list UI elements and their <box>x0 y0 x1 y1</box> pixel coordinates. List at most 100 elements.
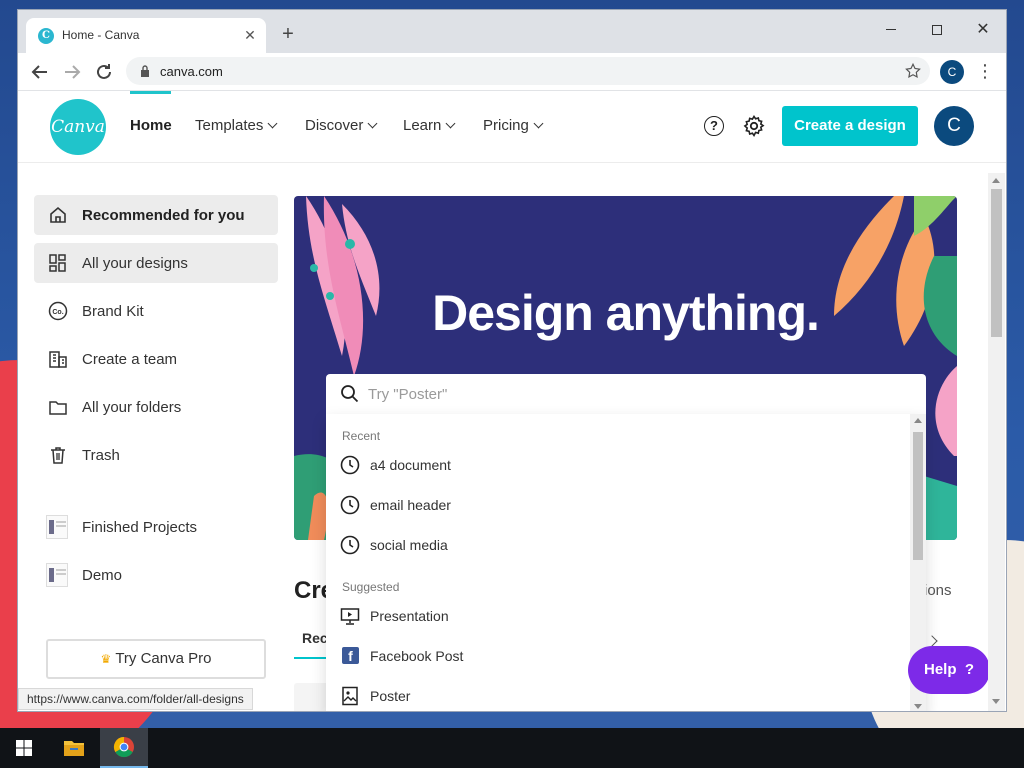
search-input[interactable] <box>368 383 888 405</box>
clock-icon <box>340 495 360 515</box>
nav-templates-label: Templates <box>195 117 264 134</box>
try-pro-label: Try Canva Pro <box>115 650 212 667</box>
windows-start-icon[interactable] <box>0 728 48 768</box>
nav-discover-label: Discover <box>305 117 364 134</box>
suggested-item-label: Presentation <box>370 608 449 624</box>
browser-toolbar: canva.com C ⋮ <box>18 53 1006 91</box>
recent-item[interactable]: social media <box>326 527 908 563</box>
chevron-down-icon <box>367 118 378 129</box>
scroll-down-arrow-icon[interactable] <box>992 699 1000 704</box>
search-icon <box>341 385 359 403</box>
nav-templates[interactable]: Templates <box>195 117 278 134</box>
user-avatar[interactable]: C <box>934 106 974 146</box>
browser-tab[interactable]: C Home - Canva ✕ <box>26 18 266 53</box>
url-text: canva.com <box>160 64 223 79</box>
presentation-icon <box>340 608 360 625</box>
suggested-item[interactable]: f Facebook Post <box>326 638 908 674</box>
help-button-label: Help <box>923 661 957 678</box>
link-preview-status: https://www.canva.com/folder/all-designs <box>18 688 253 710</box>
svg-text:Co.: Co. <box>52 309 63 316</box>
nav-learn-label: Learn <box>403 117 442 134</box>
canva-logo[interactable]: Canva <box>50 99 106 155</box>
suggested-item[interactable]: Poster <box>326 678 908 711</box>
folder-thumbnail <box>46 563 68 587</box>
scrollbar-thumb[interactable] <box>991 189 1002 337</box>
minimize-button[interactable] <box>868 15 914 45</box>
folder-thumbnail <box>46 515 68 539</box>
nav-home[interactable]: Home <box>130 117 172 134</box>
bookmark-star-icon[interactable] <box>904 62 922 80</box>
sidebar-item-create-team[interactable]: Create a team <box>34 339 278 379</box>
sidebar-item-label: All your designs <box>82 255 188 272</box>
sidebar-item-trash[interactable]: Trash <box>34 435 278 475</box>
sidebar-item-label: Brand Kit <box>82 303 144 320</box>
more-menu-icon[interactable]: ⋮ <box>976 60 994 84</box>
sidebar-item-folders[interactable]: All your folders <box>34 387 278 427</box>
nav-pricing-label: Pricing <box>483 117 529 134</box>
clock-icon <box>340 455 360 475</box>
sidebar-item-label: Create a team <box>82 351 178 368</box>
clock-icon <box>340 535 360 555</box>
scroll-down-arrow-icon[interactable] <box>914 704 922 709</box>
scrollbar-thumb[interactable] <box>913 432 923 560</box>
lock-icon <box>141 65 149 77</box>
section-more-link[interactable]: ions <box>924 582 952 599</box>
sidebar-item-label: Finished Projects <box>82 519 198 536</box>
scroll-up-arrow-icon[interactable] <box>914 418 922 423</box>
address-bar[interactable]: canva.com <box>126 57 930 85</box>
recent-item-label: email header <box>370 497 451 513</box>
nav-discover[interactable]: Discover <box>305 117 378 134</box>
help-question-icon: ? <box>964 661 975 678</box>
facebook-icon: f <box>342 647 359 664</box>
browser-profile-avatar[interactable]: C <box>940 60 964 84</box>
sidebar-folder-demo[interactable]: Demo <box>34 555 278 595</box>
section-tab-recent[interactable]: Rec <box>302 630 328 646</box>
close-window-button[interactable]: ✕ <box>960 15 1006 45</box>
gear-icon[interactable] <box>742 114 766 138</box>
canva-favicon-icon: C <box>38 28 54 44</box>
file-explorer-icon[interactable] <box>50 728 98 768</box>
suggested-item-label: Facebook Post <box>370 648 464 664</box>
chevron-down-icon <box>445 118 456 129</box>
grid-icon <box>49 254 66 272</box>
chevron-right-icon[interactable] <box>926 635 938 647</box>
taskbar <box>0 728 1024 768</box>
suggested-item[interactable]: Presentation <box>326 598 908 634</box>
forward-arrow-icon[interactable] <box>60 60 84 84</box>
recent-heading: Recent <box>342 429 381 443</box>
reload-icon[interactable] <box>92 60 116 84</box>
nav-pricing[interactable]: Pricing <box>483 117 544 134</box>
new-tab-icon[interactable]: + <box>276 23 300 47</box>
recent-item[interactable]: email header <box>326 487 908 523</box>
close-tab-icon[interactable]: ✕ <box>242 27 258 43</box>
browser-window: C Home - Canva ✕ + ✕ canva.com C ⋮ Canva <box>18 10 1006 711</box>
recent-item-label: a4 document <box>370 457 451 473</box>
chrome-icon[interactable] <box>100 728 148 768</box>
sidebar: Recommended for you All your designs Co.… <box>18 163 294 711</box>
sidebar-item-recommended[interactable]: Recommended for you <box>34 195 278 235</box>
sidebar-item-all-designs[interactable]: All your designs <box>34 243 278 283</box>
help-icon[interactable]: ? <box>704 116 724 136</box>
maximize-button[interactable] <box>914 15 960 45</box>
sidebar-folder-finished-projects[interactable]: Finished Projects <box>34 507 278 547</box>
sidebar-item-label: All your folders <box>82 399 182 416</box>
sidebar-item-brand-kit[interactable]: Co. Brand Kit <box>34 291 278 331</box>
recent-item-label: social media <box>370 537 448 553</box>
chevron-down-icon <box>267 118 278 129</box>
try-canva-pro-button[interactable]: ♛ Try Canva Pro <box>46 639 266 679</box>
create-design-button[interactable]: Create a design <box>782 106 918 146</box>
back-arrow-icon[interactable] <box>28 60 52 84</box>
tab-title: Home - Canva <box>62 28 140 42</box>
sidebar-item-label: Demo <box>82 567 123 584</box>
help-button[interactable]: Help ? <box>908 646 990 694</box>
nav-learn[interactable]: Learn <box>403 117 456 134</box>
suggested-heading: Suggested <box>342 580 400 594</box>
search-box[interactable] <box>326 374 926 414</box>
recent-item[interactable]: a4 document <box>326 447 908 483</box>
page-scrollbar[interactable] <box>988 173 1005 711</box>
tab-strip: C Home - Canva ✕ + ✕ <box>18 10 1006 53</box>
crown-icon: ♛ <box>100 652 112 666</box>
scroll-up-arrow-icon[interactable] <box>992 178 1000 183</box>
poster-icon <box>342 686 358 706</box>
sidebar-item-label: Trash <box>82 447 120 464</box>
